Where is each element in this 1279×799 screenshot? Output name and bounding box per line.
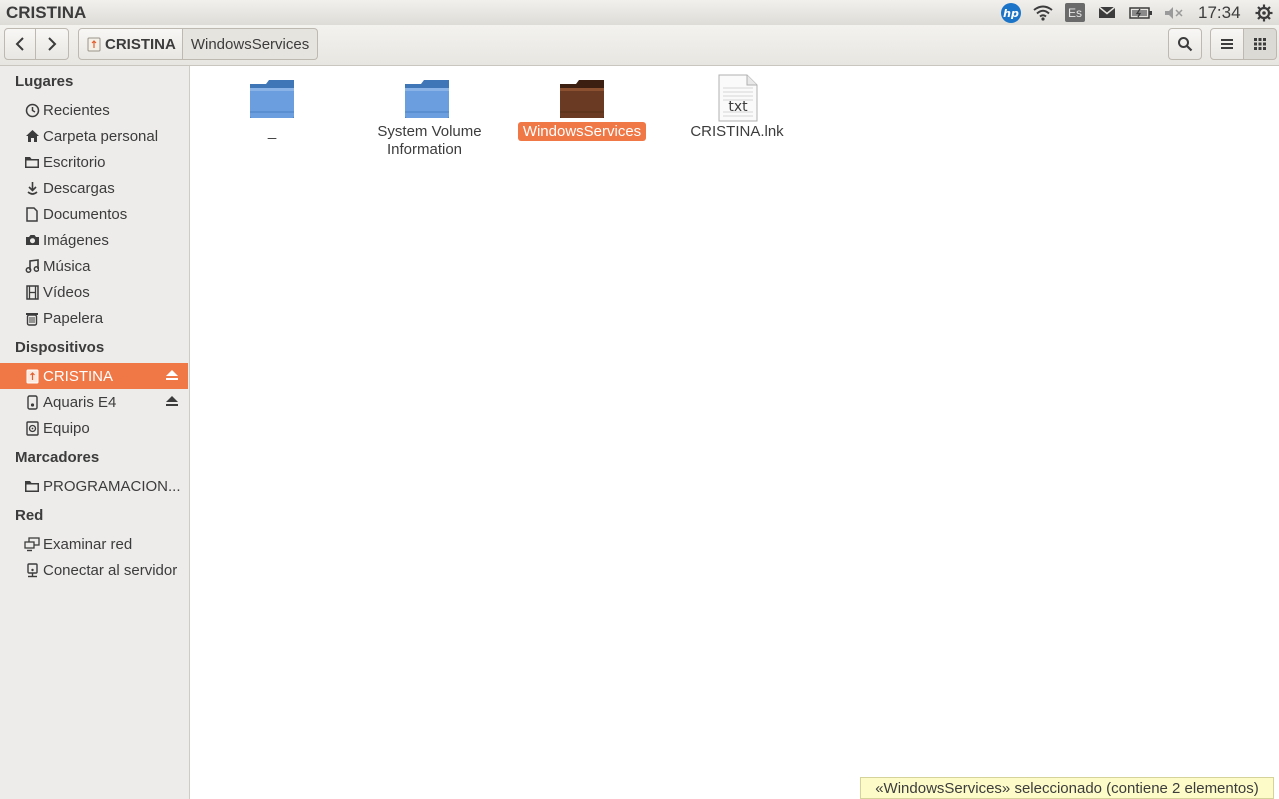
svg-text:hp: hp <box>1003 7 1019 20</box>
usb-drive-icon <box>87 37 101 52</box>
list-view-icon <box>1221 39 1233 49</box>
sidebar: Lugares Recientes Carpeta personal Escri… <box>0 66 190 799</box>
trash-icon <box>24 310 40 326</box>
home-icon <box>24 128 40 144</box>
sidebar-item-label: Documentos <box>43 205 128 223</box>
sidebar-item-computer[interactable]: Equipo <box>0 415 188 441</box>
file-name: WindowsServices <box>507 122 657 141</box>
clock-icon <box>24 102 40 118</box>
breadcrumb: CRISTINA WindowsServices <box>78 28 319 60</box>
grid-view-button[interactable] <box>1243 28 1277 60</box>
app-title: CRISTINA <box>6 3 87 22</box>
sidebar-item-connect-server[interactable]: Conectar al servidor <box>0 557 188 583</box>
keyboard-layout-label: Es <box>1065 3 1085 22</box>
eject-icon[interactable] <box>165 368 179 382</box>
file-name: System Volume Information <box>377 123 482 158</box>
sidebar-item-label: Música <box>43 257 91 275</box>
file-view[interactable]: _ System Volume Information WindowsServi… <box>190 66 1279 799</box>
sidebar-item-label: Examinar red <box>43 535 133 553</box>
breadcrumb-current-label: WindowsServices <box>190 35 310 53</box>
sidebar-item-label: Papelera <box>43 309 104 327</box>
forward-button[interactable] <box>35 28 69 60</box>
breadcrumb-root[interactable]: CRISTINA <box>78 28 183 60</box>
top-panel: CRISTINA hp Es 17:34 <box>0 0 1279 25</box>
file-name: _ <box>267 123 277 140</box>
sidebar-item-label: Descargas <box>43 179 115 197</box>
sidebar-item-music[interactable]: Música <box>0 253 188 279</box>
sidebar-item-label: Recientes <box>43 101 110 119</box>
breadcrumb-current[interactable]: WindowsServices <box>182 28 319 60</box>
sidebar-item-aquaris[interactable]: Aquaris E4 <box>0 389 188 415</box>
sidebar-item-cristina[interactable]: CRISTINA <box>0 363 188 389</box>
sidebar-item-browse-network[interactable]: Examinar red <box>0 531 188 557</box>
chevron-left-icon <box>15 37 24 51</box>
sidebar-item-home[interactable]: Carpeta personal <box>0 123 188 149</box>
battery-icon[interactable] <box>1127 0 1155 25</box>
folder-icon <box>560 80 604 118</box>
list-view-button[interactable] <box>1210 28 1244 60</box>
folder-icon <box>250 80 294 118</box>
folder-icon <box>24 478 40 494</box>
chevron-right-icon <box>48 37 57 51</box>
sidebar-item-desktop[interactable]: Escritorio <box>0 149 188 175</box>
sidebar-item-label: Conectar al servidor <box>43 561 178 579</box>
sidebar-item-label: Carpeta personal <box>43 127 159 145</box>
music-icon <box>24 258 40 274</box>
computer-icon <box>24 420 40 436</box>
mail-icon[interactable] <box>1095 0 1119 25</box>
film-icon <box>24 284 40 300</box>
download-icon <box>24 180 40 196</box>
gear-icon[interactable] <box>1253 0 1275 25</box>
sidebar-item-label: PROGRAMACION... <box>43 477 181 495</box>
sidebar-heading-devices: Dispositivos <box>15 339 105 356</box>
volume-muted-icon[interactable] <box>1162 0 1186 25</box>
sidebar-item-videos[interactable]: Vídeos <box>0 279 188 305</box>
search-button[interactable] <box>1168 28 1202 60</box>
sidebar-item-label: Equipo <box>43 419 90 437</box>
toolbar: CRISTINA WindowsServices <box>0 25 1279 66</box>
clock[interactable]: 17:34 <box>1198 3 1241 23</box>
sidebar-item-downloads[interactable]: Descargas <box>0 175 188 201</box>
folder-icon <box>24 154 40 170</box>
sidebar-item-label: Aquaris E4 <box>43 393 117 411</box>
file-name: CRISTINA.lnk <box>690 123 784 140</box>
sidebar-heading-places: Lugares <box>15 73 74 90</box>
sidebar-item-documents[interactable]: Documentos <box>0 201 188 227</box>
back-button[interactable] <box>4 28 36 60</box>
sidebar-item-label: Imágenes <box>43 231 109 249</box>
keyboard-layout-indicator[interactable]: Es <box>1064 0 1086 25</box>
sidebar-item-label: Vídeos <box>43 283 90 301</box>
file-type-badge: txt <box>728 99 748 115</box>
camera-icon <box>24 232 40 248</box>
sidebar-item-trash[interactable]: Papelera <box>0 305 188 331</box>
network-icon <box>24 536 40 552</box>
usb-drive-icon <box>24 368 40 384</box>
status-bar: «WindowsServices» seleccionado (contiene… <box>860 777 1274 799</box>
eject-icon[interactable] <box>165 394 179 408</box>
sidebar-item-recent[interactable]: Recientes <box>0 97 188 123</box>
phone-icon <box>24 394 40 410</box>
sidebar-heading-bookmarks: Marcadores <box>15 449 100 466</box>
sidebar-heading-network: Red <box>15 507 44 524</box>
hp-icon[interactable]: hp <box>998 0 1024 25</box>
search-icon <box>1178 37 1193 52</box>
breadcrumb-root-label: CRISTINA <box>105 35 176 53</box>
sidebar-item-pictures[interactable]: Imágenes <box>0 227 188 253</box>
wifi-icon[interactable] <box>1031 0 1055 25</box>
sidebar-item-bookmark-programacion[interactable]: PROGRAMACION... <box>0 473 188 499</box>
document-icon <box>24 206 40 222</box>
folder-icon <box>405 80 449 118</box>
sidebar-item-label: CRISTINA <box>43 367 114 385</box>
text-file-icon: txt <box>718 74 758 122</box>
server-icon <box>24 562 40 578</box>
sidebar-item-label: Escritorio <box>43 153 106 171</box>
grid-view-icon <box>1254 38 1266 50</box>
